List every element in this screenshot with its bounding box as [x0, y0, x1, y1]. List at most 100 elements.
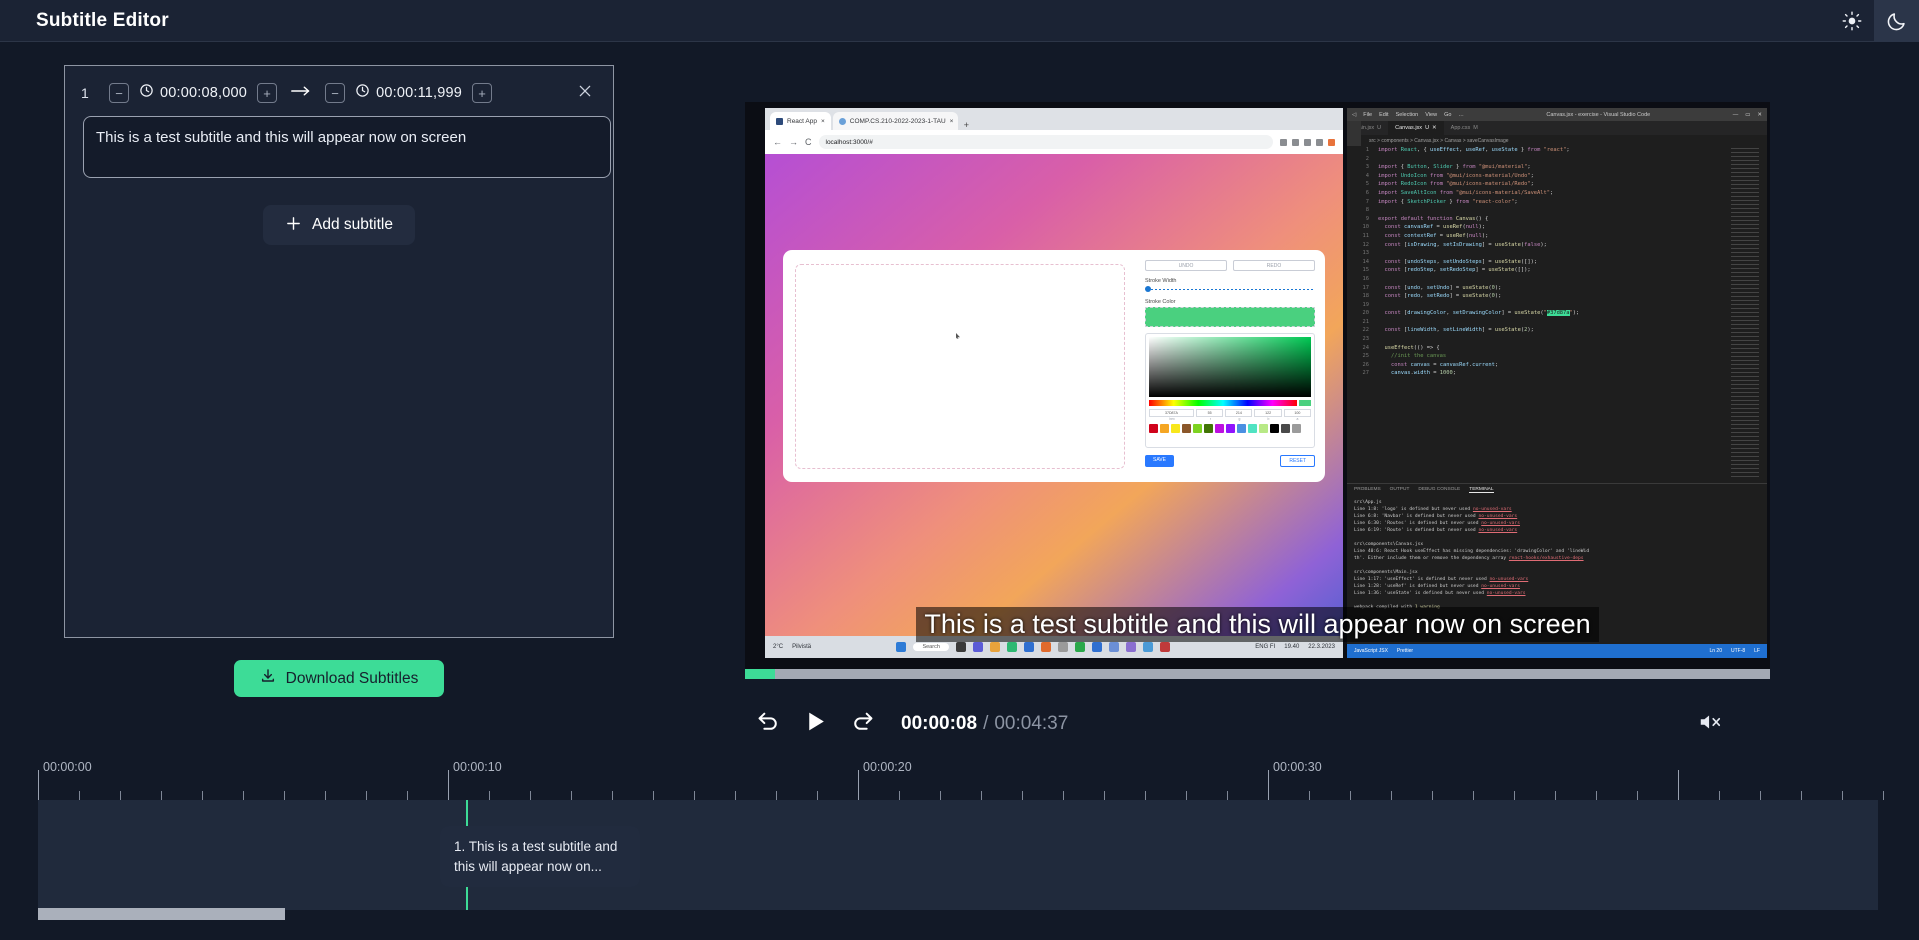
ruler-minor-tick	[817, 791, 818, 800]
timeline-clip[interactable]: 1. This is a test subtitle and this will…	[440, 826, 640, 887]
favicon-icon	[839, 118, 846, 125]
vscode-titlebar: ◁ File Edit Selection View Go … Canvas.j…	[1347, 108, 1767, 121]
terminal-output: src\App.js Line 1:8: 'logo' is defined b…	[1347, 495, 1767, 615]
start-time-field[interactable]: 00:00:08,000	[139, 83, 247, 103]
end-time-decrease-button[interactable]: −	[325, 83, 345, 103]
drawing-tools-panel: UNDO REDO Stroke Width Stroke Color	[1145, 260, 1315, 467]
ruler-minor-tick	[1596, 791, 1597, 800]
dark-theme-button[interactable]	[1874, 0, 1919, 42]
start-time-decrease-button[interactable]: −	[109, 83, 129, 103]
remove-subtitle-button[interactable]	[575, 83, 595, 103]
start-time-increase-button[interactable]: +	[257, 83, 277, 103]
end-time-field[interactable]: 00:00:11,999	[355, 83, 462, 103]
forward-button[interactable]	[850, 709, 875, 739]
menu-view: View	[1425, 112, 1437, 118]
color-swatch	[1204, 424, 1213, 433]
terminal-line: Line 1:36: 'useState' is defined but nev…	[1354, 590, 1760, 597]
editor-tab: Canvas.jsx U ✕	[1388, 121, 1444, 135]
ruler-minor-tick	[1883, 791, 1884, 800]
start-icon	[896, 642, 906, 652]
timeline-scrollbar-thumb[interactable]	[38, 908, 285, 920]
ruler-minor-tick	[1432, 791, 1433, 800]
code-line: 7import { SketchPicker } from "react-col…	[1353, 198, 1767, 207]
chrome-icon	[1007, 642, 1017, 652]
download-subtitles-button[interactable]: Download Subtitles	[234, 660, 445, 697]
r-field: 55	[1196, 409, 1223, 417]
save-button: SAVE	[1145, 455, 1174, 467]
rewind-button[interactable]	[756, 709, 781, 739]
mouse-cursor-icon	[956, 333, 960, 339]
plus-icon	[285, 215, 302, 236]
code-line: 6import SaveAltIcon from "@mui/icons-mat…	[1353, 189, 1767, 198]
ruler-minor-tick	[1145, 791, 1146, 800]
download-row: Download Subtitles	[64, 660, 614, 697]
color-swatch	[1292, 424, 1301, 433]
taskbar-apps: Search	[896, 642, 1169, 652]
ruler-time-label: 00:00:00	[38, 760, 92, 774]
terminal-line: Line 6:30: 'Routes' is defined but never…	[1354, 520, 1760, 527]
timeline-track[interactable]	[38, 800, 1878, 910]
terminal-line: Line 1:17: 'useEffect' is defined but ne…	[1354, 576, 1760, 583]
ruler-minor-tick	[612, 791, 613, 800]
recorded-taskbar: 2°C Pilvistä Search	[765, 636, 1343, 658]
mute-icon	[1698, 719, 1722, 736]
code-line: 8	[1353, 206, 1767, 215]
panel-tab-debug-console: DEBUG CONSOLE	[1418, 487, 1460, 492]
ruler-major-tick	[38, 770, 39, 800]
code-line: 5import RedoIcon from "@mui/icons-materi…	[1353, 180, 1767, 189]
color-swatch	[1182, 424, 1191, 433]
discord-icon	[1126, 642, 1136, 652]
light-theme-button[interactable]	[1829, 0, 1874, 42]
ruler-minor-tick	[981, 791, 982, 800]
color-swatch	[1193, 424, 1202, 433]
timeline-ruler[interactable]: 00:00:0000:00:1000:00:2000:00:30	[0, 760, 1919, 800]
current-color-swatch	[1145, 307, 1315, 327]
video-frame[interactable]: React App × COMP.CS.210-2022-2023-1-TAU …	[745, 102, 1770, 679]
terminal-line: Line 40:6: React Hook useEffect has miss…	[1354, 548, 1760, 555]
vscode-bottom-panel: PROBLEMS OUTPUT DEBUG CONSOLE TERMINAL s…	[1347, 483, 1767, 644]
editor-tab-close-icon: ✕	[1432, 125, 1437, 131]
ruler-minor-tick	[1350, 791, 1351, 800]
code-line: 25 //init the canvas	[1353, 352, 1767, 361]
hue-row	[1149, 400, 1311, 406]
teams-icon	[973, 642, 983, 652]
g-field: 214	[1225, 409, 1252, 417]
page-title: Subtitle Editor	[36, 10, 169, 32]
terminal-line	[1354, 597, 1760, 604]
ruler-minor-tick	[1514, 791, 1515, 800]
edge-icon	[1024, 642, 1034, 652]
play-icon	[803, 709, 828, 739]
color-field-labels: hex r g b a	[1149, 417, 1311, 421]
taskbar-date: 22.3.2023	[1308, 644, 1335, 650]
end-time-increase-button[interactable]: +	[472, 83, 492, 103]
ruler-minor-tick	[1309, 791, 1310, 800]
undo-button: UNDO	[1145, 260, 1227, 271]
vscode-icon	[1092, 642, 1102, 652]
saturation-area	[1149, 337, 1311, 397]
code-line: 15 const [redoStep, setRedoStep] = useSt…	[1353, 266, 1767, 275]
ruler-minor-tick	[1842, 791, 1843, 800]
vscode-window-title: Canvas.jsx - exercise - Visual Studio Co…	[1546, 112, 1650, 118]
subtitle-item: 1 − 00:00:08,000 +	[65, 66, 613, 183]
subtitle-text-input[interactable]: This is a test subtitle and this will ap…	[83, 116, 611, 178]
code-line: 14 const [undoSteps, setUndoSteps] = use…	[1353, 258, 1767, 267]
ruler-minor-tick	[1186, 791, 1187, 800]
add-subtitle-button[interactable]: Add subtitle	[263, 205, 415, 245]
theme-toggle-group	[1829, 0, 1919, 42]
ruler-minor-tick	[284, 791, 285, 800]
mute-button[interactable]	[1698, 712, 1722, 737]
ruler-minor-tick	[161, 791, 162, 800]
code-line: 1import React, { useEffect, useRef, useS…	[1353, 146, 1767, 155]
favicon-icon	[776, 118, 783, 125]
timeline-scrollbar[interactable]	[38, 908, 1878, 920]
add-subtitle-label: Add subtitle	[312, 216, 393, 234]
drawing-app-card: UNDO REDO Stroke Width Stroke Color	[783, 250, 1325, 482]
play-button[interactable]	[803, 709, 828, 739]
ruler-minor-tick	[1227, 791, 1228, 800]
menu-file: File	[1363, 112, 1372, 118]
code-line: 3import { Button, Slider } from "@mui/ma…	[1353, 163, 1767, 172]
bookmark-icon	[1316, 139, 1323, 146]
ruler-time-label: 00:00:20	[858, 760, 912, 774]
editor-tab-label: App.css	[1451, 125, 1471, 131]
video-progress-bar[interactable]	[745, 669, 1770, 679]
